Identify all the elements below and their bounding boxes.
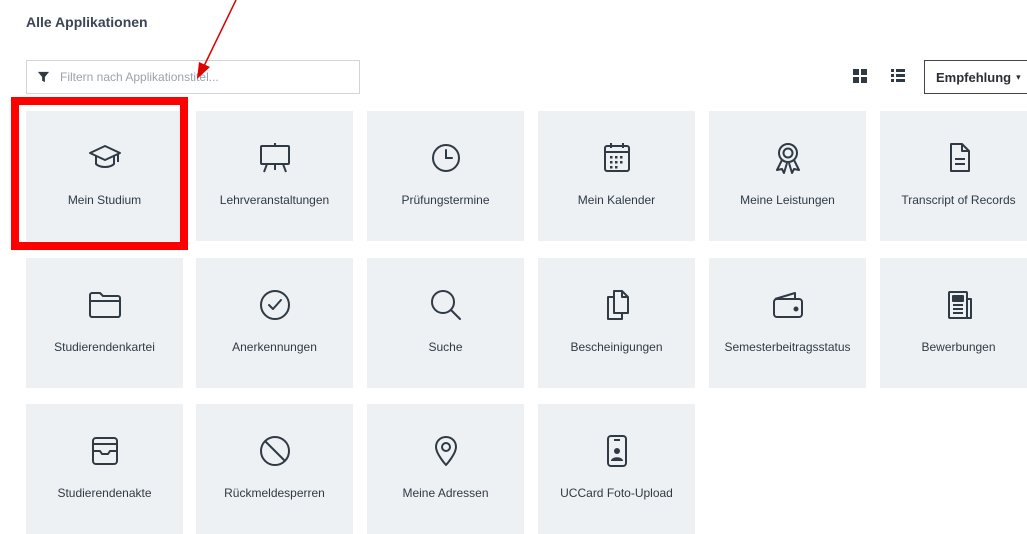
tile-meine-adressen[interactable]: Meine Adressen [367,404,524,534]
tile-transcript-of-records[interactable]: Transcript of Records [880,111,1027,241]
tile-suche[interactable]: Suche [367,258,524,388]
tile-semesterbeitragsstatus[interactable]: Semesterbeitragsstatus [709,258,866,388]
tile-label: Studierendenakte [57,486,152,500]
tile-lehrveranstaltungen[interactable]: Lehrveranstaltungen [196,111,353,241]
clock-icon [431,144,460,172]
filter-input[interactable] [58,61,359,93]
award-ribbon-icon [775,143,800,174]
tile-label: Anerkennungen [232,340,317,354]
tile-studierendenkartei[interactable]: Studierendenkartei [26,258,183,388]
tile-label: Transcript of Records [901,193,1016,207]
inbox-tray-icon [91,437,118,465]
tile-label: Bewerbungen [921,340,996,354]
tile-label: Meine Adressen [402,486,489,500]
filter-field[interactable] [26,60,360,94]
id-card-phone-icon [606,435,627,467]
filter-icon [37,71,50,82]
tile-label: UCCard Foto-Upload [560,486,673,500]
sort-dropdown[interactable]: Empfehlung ▾ [924,60,1027,94]
tile-mein-studium[interactable]: Mein Studium [26,111,183,241]
tile-uccard-foto-upload[interactable]: UCCard Foto-Upload [538,404,695,534]
tile-label: Rückmeldesperren [224,486,325,500]
tile-pruefungstermine[interactable]: Prüfungstermine [367,111,524,241]
tile-mein-kalender[interactable]: Mein Kalender [538,111,695,241]
grid-view-icon [853,69,867,83]
list-view-button[interactable] [891,69,907,85]
graduation-cap-icon [88,145,121,168]
tile-rueckmeldesperren[interactable]: Rückmeldesperren [196,404,353,534]
page-title: Alle Applikationen [26,14,148,30]
map-pin-icon [434,436,457,466]
document-icon [949,143,970,172]
ban-icon [259,436,290,466]
search-icon [430,290,461,320]
tile-anerkennungen[interactable]: Anerkennungen [196,258,353,388]
list-view-icon [891,69,905,82]
tile-label: Bescheinigungen [570,340,663,354]
sort-label: Empfehlung [936,69,1012,85]
tile-bescheinigungen[interactable]: Bescheinigungen [538,258,695,388]
folder-icon [88,292,121,318]
wallet-icon [772,292,803,318]
tile-label: Meine Leistungen [740,193,835,207]
chevron-down-icon: ▾ [1016,71,1021,82]
tile-label: Studierendenkartei [54,340,155,354]
tile-label: Lehrveranstaltungen [219,193,330,207]
documents-copy-icon [606,290,629,320]
grid-view-button[interactable] [853,69,869,85]
newspaper-icon [947,291,972,319]
tile-label: Suche [428,340,463,354]
tile-label: Mein Studium [67,193,142,207]
calendar-icon [603,143,630,172]
tile-label: Prüfungstermine [401,193,490,207]
easel-board-icon [259,143,290,173]
tile-bewerbungen[interactable]: Bewerbungen [880,258,1027,388]
tile-label: Mein Kalender [577,193,656,207]
check-circle-icon [259,290,290,320]
tile-meine-leistungen[interactable]: Meine Leistungen [709,111,866,241]
tile-studierendenakte[interactable]: Studierendenakte [26,404,183,534]
tile-label: Semesterbeitragsstatus [724,340,851,354]
